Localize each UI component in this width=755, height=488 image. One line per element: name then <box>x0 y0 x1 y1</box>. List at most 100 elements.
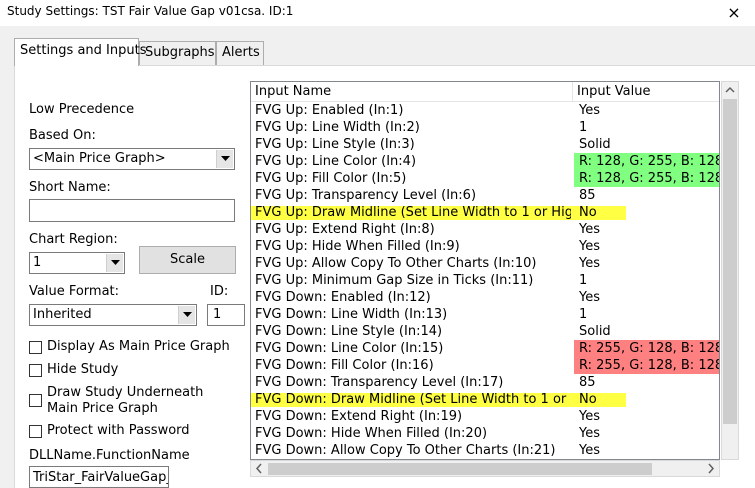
input-name-cell[interactable]: FVG Down: Extend Right (In:19) <box>255 408 571 425</box>
input-value-cell[interactable]: 1 <box>574 119 719 136</box>
scroll-up-icon[interactable] <box>722 82 738 98</box>
input-value-cell[interactable]: Yes <box>574 238 719 255</box>
input-name-cell[interactable]: FVG Down: Transparency Level (In:17) <box>255 374 571 391</box>
input-name-cell[interactable]: FVG Down: Enabled (In:12) <box>255 289 571 306</box>
short-name-label: Short Name: <box>29 180 111 195</box>
display-as-main-label[interactable]: Display As Main Price Graph <box>47 339 230 354</box>
input-value-cell[interactable]: Yes <box>574 425 719 442</box>
draw-underneath-label-2[interactable]: Main Price Graph <box>47 401 158 416</box>
chevron-down-icon[interactable] <box>178 306 195 324</box>
table-row[interactable]: FVG Up: Line Style (In:3) Solid <box>251 136 719 153</box>
input-name-cell[interactable]: FVG Up: Draw Midline (Set Line Width to … <box>255 204 571 221</box>
table-row[interactable]: FVG Up: Line Color (In:4) R: 128, G: 255,… <box>251 153 719 170</box>
input-value-cell[interactable]: No <box>574 204 719 221</box>
input-name-cell[interactable]: FVG Up: Minimum Gap Size in Ticks (In:11… <box>255 272 571 289</box>
chevron-down-icon[interactable] <box>106 254 123 272</box>
input-value-cell[interactable]: Solid <box>574 136 719 153</box>
table-row[interactable]: FVG Down: Line Color (In:15) R: 255, G: 1… <box>251 340 719 357</box>
input-value-cell[interactable]: R: 255, G: 128, B: 128 <box>574 357 719 374</box>
input-name-cell[interactable]: FVG Down: Allow Copy To Other Charts (In… <box>255 442 571 459</box>
table-row[interactable]: FVG Down: Line Style (In:14) Solid <box>251 323 719 340</box>
tab-settings-and-inputs[interactable]: Settings and Inputs <box>14 38 146 66</box>
table-row[interactable]: FVG Up: Line Width (In:2) 1 <box>251 119 719 136</box>
column-header-input-value[interactable]: Input Value <box>573 82 719 102</box>
input-value-cell[interactable]: 1 <box>574 272 719 289</box>
table-row[interactable]: FVG Up: Transparency Level (In:6) 85 <box>251 187 719 204</box>
input-value-cell[interactable]: 85 <box>574 187 719 204</box>
value-format-value: Inherited <box>33 307 92 322</box>
horizontal-scrollbar[interactable] <box>250 460 720 477</box>
table-row[interactable]: FVG Up: Allow Copy To Other Charts (In:1… <box>251 255 719 272</box>
id-input[interactable]: 1 <box>207 304 245 326</box>
input-name-cell[interactable]: FVG Up: Line Color (In:4) <box>255 153 571 170</box>
input-name-cell[interactable]: FVG Up: Extend Right (In:8) <box>255 221 571 238</box>
input-name-cell[interactable]: FVG Down: Draw Midline (Set Line Width t… <box>255 391 571 408</box>
input-name-cell[interactable]: FVG Up: Transparency Level (In:6) <box>255 187 571 204</box>
based-on-select[interactable]: <Main Price Graph> <box>29 148 235 170</box>
scroll-right-icon[interactable] <box>703 461 719 476</box>
chart-region-select[interactable]: 1 <box>29 252 125 274</box>
input-value-cell[interactable]: Yes <box>574 221 719 238</box>
table-row[interactable]: FVG Down: Hide When Filled (In:20) Yes <box>251 425 719 442</box>
input-value-cell[interactable]: Yes <box>574 408 719 425</box>
table-row[interactable]: FVG Down: Transparency Level (In:17) 85 <box>251 374 719 391</box>
input-name-cell[interactable]: FVG Up: Fill Color (In:5) <box>255 170 571 187</box>
table-row[interactable]: FVG Down: Extend Right (In:19) Yes <box>251 408 719 425</box>
tab-alerts[interactable]: Alerts <box>216 41 264 65</box>
input-name-cell[interactable]: FVG Up: Enabled (In:1) <box>255 102 571 119</box>
table-row[interactable]: FVG Up: Enabled (In:1) Yes <box>251 102 719 119</box>
dll-value: TriStar_FairValueGap_ <box>33 470 169 485</box>
scroll-thumb-horizontal[interactable] <box>268 463 652 475</box>
input-value-cell[interactable]: 1 <box>574 306 719 323</box>
table-row[interactable]: FVG Down: Allow Copy To Other Charts (In… <box>251 442 719 459</box>
input-name-cell[interactable]: FVG Down: Line Color (In:15) <box>255 340 571 357</box>
input-value-cell[interactable]: Yes <box>574 442 719 459</box>
vertical-scrollbar[interactable] <box>721 81 739 460</box>
table-row[interactable]: FVG Down: Line Width (In:13) 1 <box>251 306 719 323</box>
scale-button[interactable]: Scale <box>139 246 236 274</box>
draw-underneath-label[interactable]: Draw Study Underneath <box>47 385 203 400</box>
table-row[interactable]: FVG Up: Fill Color (In:5) R: 128, G: 255,… <box>251 170 719 187</box>
based-on-label: Based On: <box>29 128 96 143</box>
table-row[interactable]: FVG Up: Hide When Filled (In:9) Yes <box>251 238 719 255</box>
input-value-cell[interactable]: 85 <box>574 374 719 391</box>
scroll-thumb[interactable] <box>723 99 737 424</box>
tab-subgraphs[interactable]: Subgraphs <box>139 41 216 65</box>
chevron-down-icon[interactable] <box>216 150 233 168</box>
input-value-cell[interactable]: R: 128, G: 255, B: 128 <box>574 153 719 170</box>
input-value-cell[interactable]: Yes <box>574 255 719 272</box>
column-header-input-name[interactable]: Input Name <box>251 82 573 102</box>
input-name-cell[interactable]: FVG Down: Line Style (In:14) <box>255 323 571 340</box>
short-name-input[interactable] <box>29 199 235 222</box>
input-name-cell[interactable]: FVG Down: Fill Color (In:16) <box>255 357 571 374</box>
hide-study-checkbox[interactable] <box>29 364 42 377</box>
input-name-cell[interactable]: FVG Up: Allow Copy To Other Charts (In:1… <box>255 255 571 272</box>
table-row[interactable]: FVG Up: Minimum Gap Size in Ticks (In:11… <box>251 272 719 289</box>
value-format-select[interactable]: Inherited <box>29 304 197 326</box>
input-name-cell[interactable]: FVG Up: Line Style (In:3) <box>255 136 571 153</box>
scroll-left-icon[interactable] <box>251 461 267 476</box>
input-value-cell[interactable]: R: 255, G: 128, B: 128 <box>574 340 719 357</box>
table-row[interactable]: FVG Up: Extend Right (In:8) Yes <box>251 221 719 238</box>
protect-password-checkbox[interactable] <box>29 425 42 438</box>
hide-study-label[interactable]: Hide Study <box>47 362 118 377</box>
display-as-main-checkbox[interactable] <box>29 341 42 354</box>
input-value-cell[interactable]: R: 128, G: 255, B: 128 <box>574 170 719 187</box>
dll-input[interactable]: TriStar_FairValueGap_ <box>29 466 169 488</box>
input-name-cell[interactable]: FVG Up: Line Width (In:2) <box>255 119 571 136</box>
protect-password-label[interactable]: Protect with Password <box>47 423 190 438</box>
table-row[interactable]: FVG Up: Draw Midline (Set Line Width to … <box>251 204 719 221</box>
table-row[interactable]: FVG Down: Fill Color (In:16) R: 255, G: 1… <box>251 357 719 374</box>
dll-label: DLLName.FunctionName <box>29 448 190 463</box>
input-name-cell[interactable]: FVG Down: Line Width (In:13) <box>255 306 571 323</box>
input-value-cell[interactable]: Yes <box>574 102 719 119</box>
input-value-cell[interactable]: No <box>574 391 719 408</box>
input-value-cell[interactable]: Yes <box>574 289 719 306</box>
table-row[interactable]: FVG Down: Draw Midline (Set Line Width t… <box>251 391 719 408</box>
draw-underneath-checkbox[interactable] <box>29 394 42 407</box>
input-name-cell[interactable]: FVG Up: Hide When Filled (In:9) <box>255 238 571 255</box>
close-button[interactable]: × <box>722 3 746 23</box>
input-value-cell[interactable]: Solid <box>574 323 719 340</box>
input-name-cell[interactable]: FVG Down: Hide When Filled (In:20) <box>255 425 571 442</box>
table-row[interactable]: FVG Down: Enabled (In:12) Yes <box>251 289 719 306</box>
